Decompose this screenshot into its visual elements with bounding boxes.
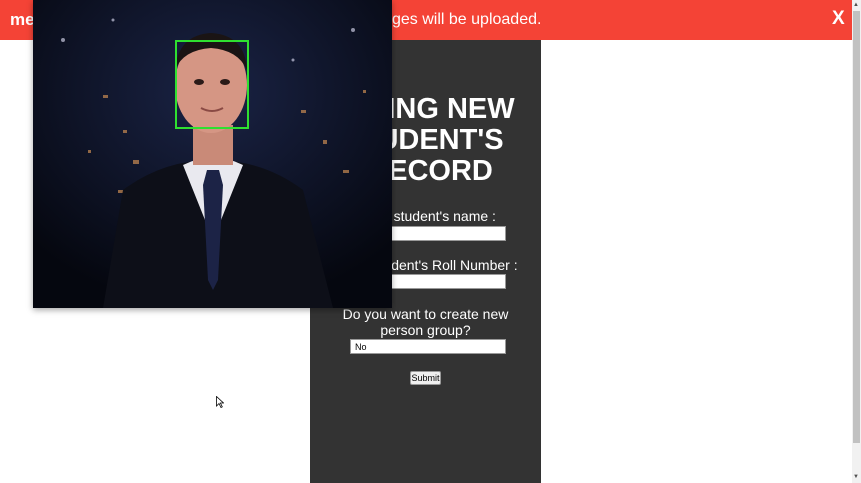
close-banner-button[interactable]: X xyxy=(832,8,845,30)
webcam-feed xyxy=(33,0,392,308)
person-group-input[interactable] xyxy=(350,339,506,354)
person-group-label-line-1: Do you want to create new xyxy=(342,306,509,322)
person-group-label-line-2: person group? xyxy=(380,322,471,338)
vertical-scrollbar[interactable]: ▲ ▼ xyxy=(852,0,861,483)
face-detection-box xyxy=(175,40,249,129)
scroll-down-arrow-icon[interactable]: ▼ xyxy=(853,474,859,480)
scroll-up-arrow-icon[interactable]: ▲ xyxy=(853,2,859,8)
banner-message: ges will be uploaded. xyxy=(392,11,542,28)
submit-button[interactable]: Submit xyxy=(410,371,441,385)
scroll-thumb[interactable] xyxy=(853,11,860,443)
mouse-cursor-icon xyxy=(216,396,224,408)
